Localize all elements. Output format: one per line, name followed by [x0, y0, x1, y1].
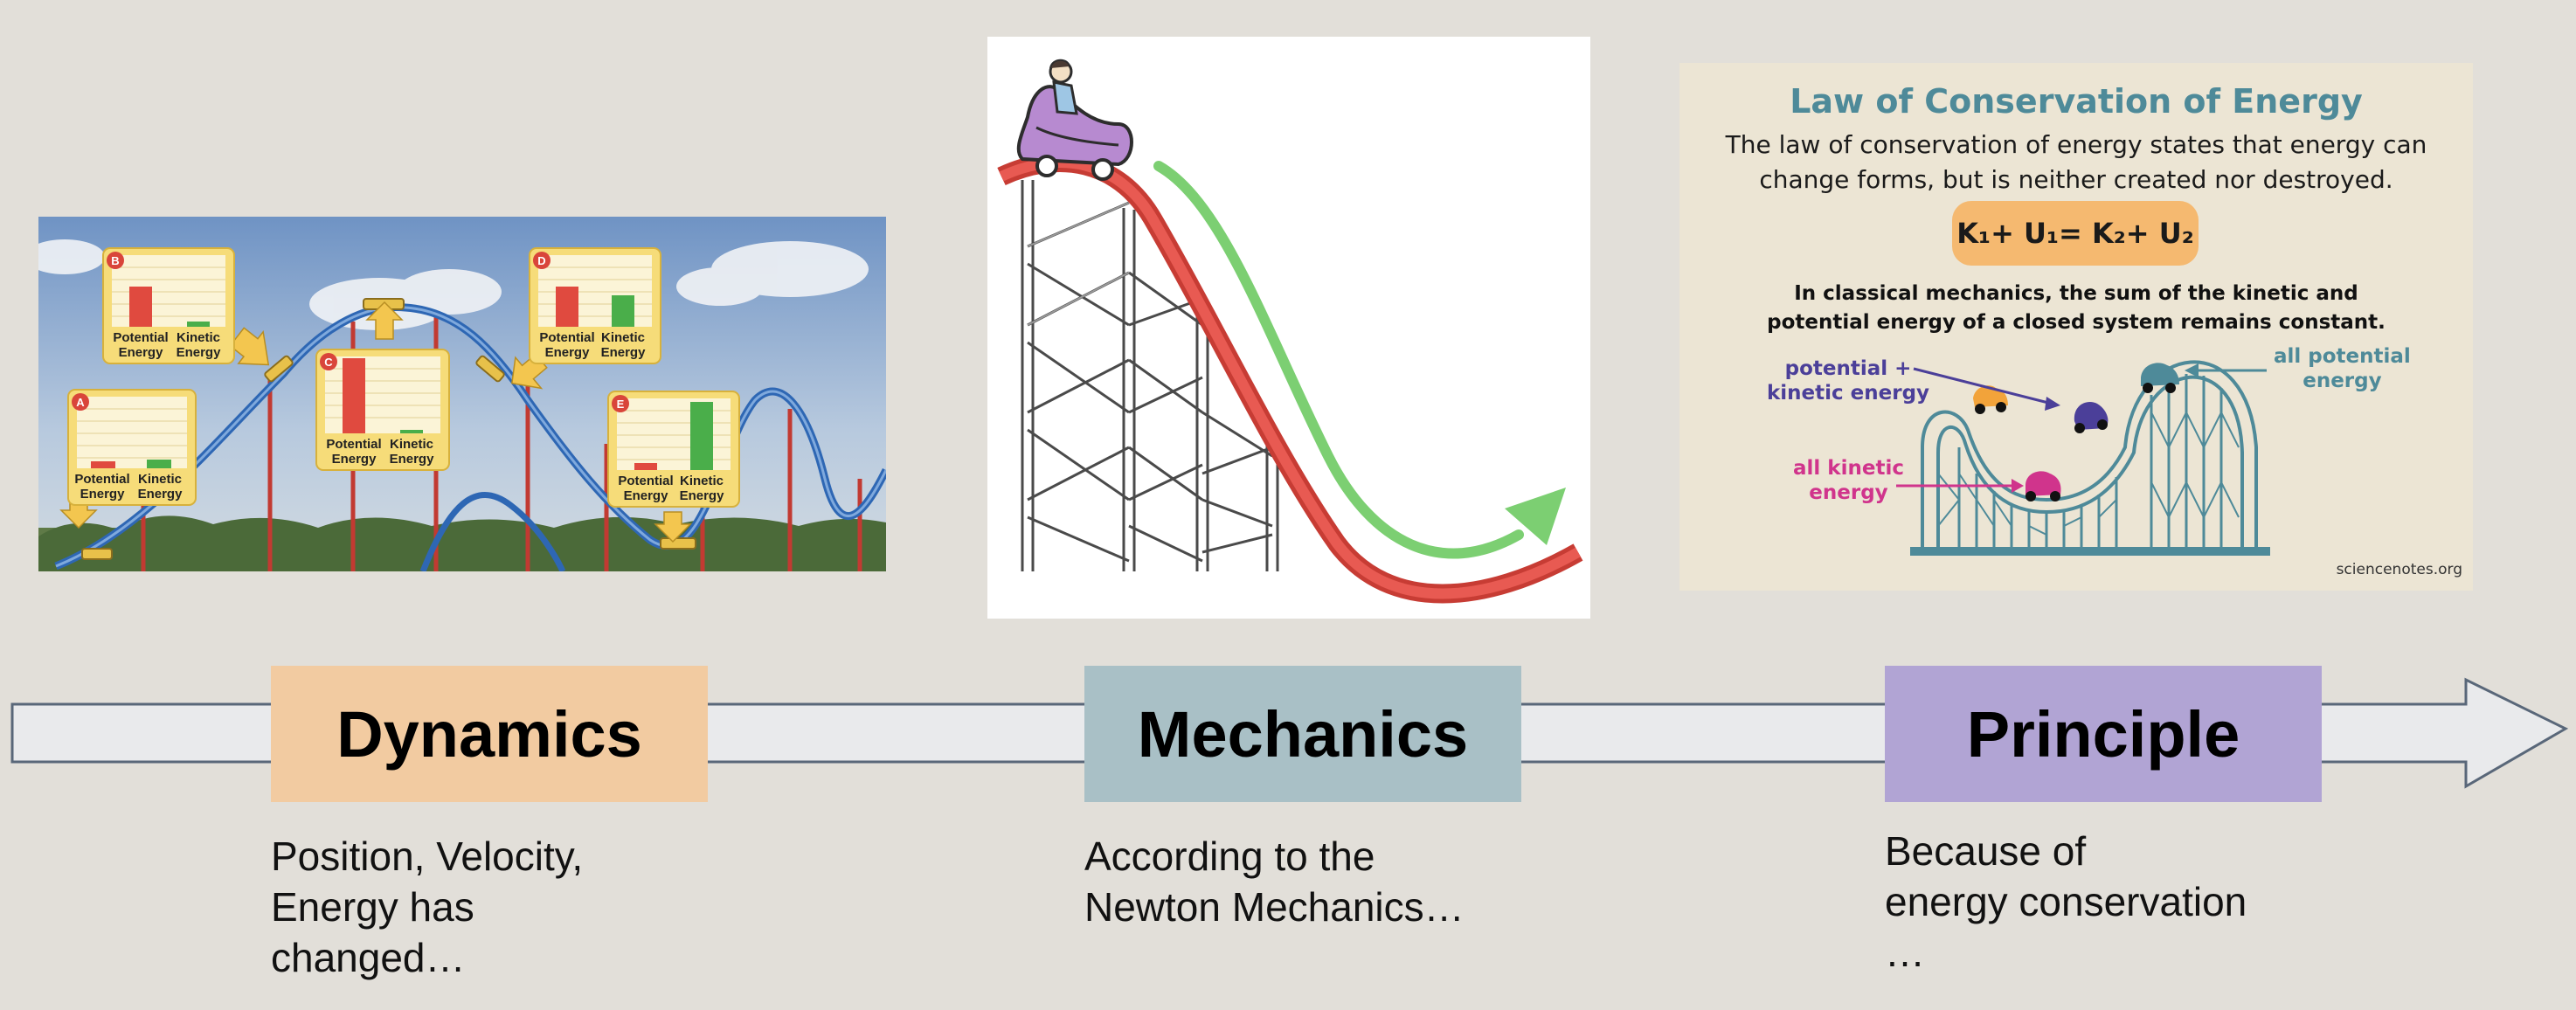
energy-coaster-diagram	[1896, 360, 2270, 556]
car-orange-icon	[1973, 385, 2008, 414]
conservation-energy-panel: Law of Conservation of Energy The law of…	[1679, 63, 2473, 591]
stage-principle-label: Principle	[1885, 666, 2322, 802]
point-label-d: D	[537, 254, 545, 267]
potential-label-e: Potential Energy	[618, 474, 674, 503]
point-label-e: E	[617, 398, 625, 411]
kinetic-label-a: Kinetic Energy	[137, 472, 183, 502]
potential-label-d: Potential Energy	[539, 330, 595, 360]
coaster-energy-illustration: A B C D E	[24, 217, 890, 573]
stage-dynamics-label: Dynamics	[271, 666, 708, 802]
coaster-energy-panel: A B C D E Potential Energy Kinetic Energy …	[24, 217, 890, 573]
potential-label-a: Potential Energy	[74, 472, 130, 502]
caption-dynamics: Position, Velocity, Energy has changed…	[271, 834, 584, 980]
car-purple-icon	[2074, 402, 2109, 433]
potential-label-c: Potential Energy	[326, 437, 382, 467]
cart-icon	[1016, 59, 1133, 181]
label-all-potential: all potential energy	[2274, 345, 2411, 392]
caption-mechanics: According to the Newton Mechanics…	[1084, 834, 1465, 930]
label-all-kinetic: all kinetic energy	[1793, 457, 1904, 504]
car-pink-icon	[2025, 471, 2061, 502]
kinetic-label-e: Kinetic Energy	[679, 474, 724, 503]
point-label-b: B	[111, 254, 119, 267]
point-label-c: C	[324, 356, 333, 369]
source-credit: sciencenotes.org	[2336, 561, 2462, 578]
caption-principle: Because of energy conservation …	[1885, 828, 2247, 975]
point-label-a: A	[76, 396, 85, 409]
coaster-drop-illustration	[997, 59, 1583, 604]
label-potential-kinetic: potential + kinetic energy	[1767, 357, 1930, 405]
coaster-drop-panel	[987, 37, 1590, 619]
stage-mechanics-label: Mechanics	[1084, 666, 1521, 802]
kinetic-label-d: Kinetic Energy	[600, 330, 646, 360]
kinetic-label-b: Kinetic Energy	[176, 330, 221, 360]
kinetic-label-c: Kinetic Energy	[389, 437, 434, 467]
potential-label-b: Potential Energy	[113, 330, 169, 360]
